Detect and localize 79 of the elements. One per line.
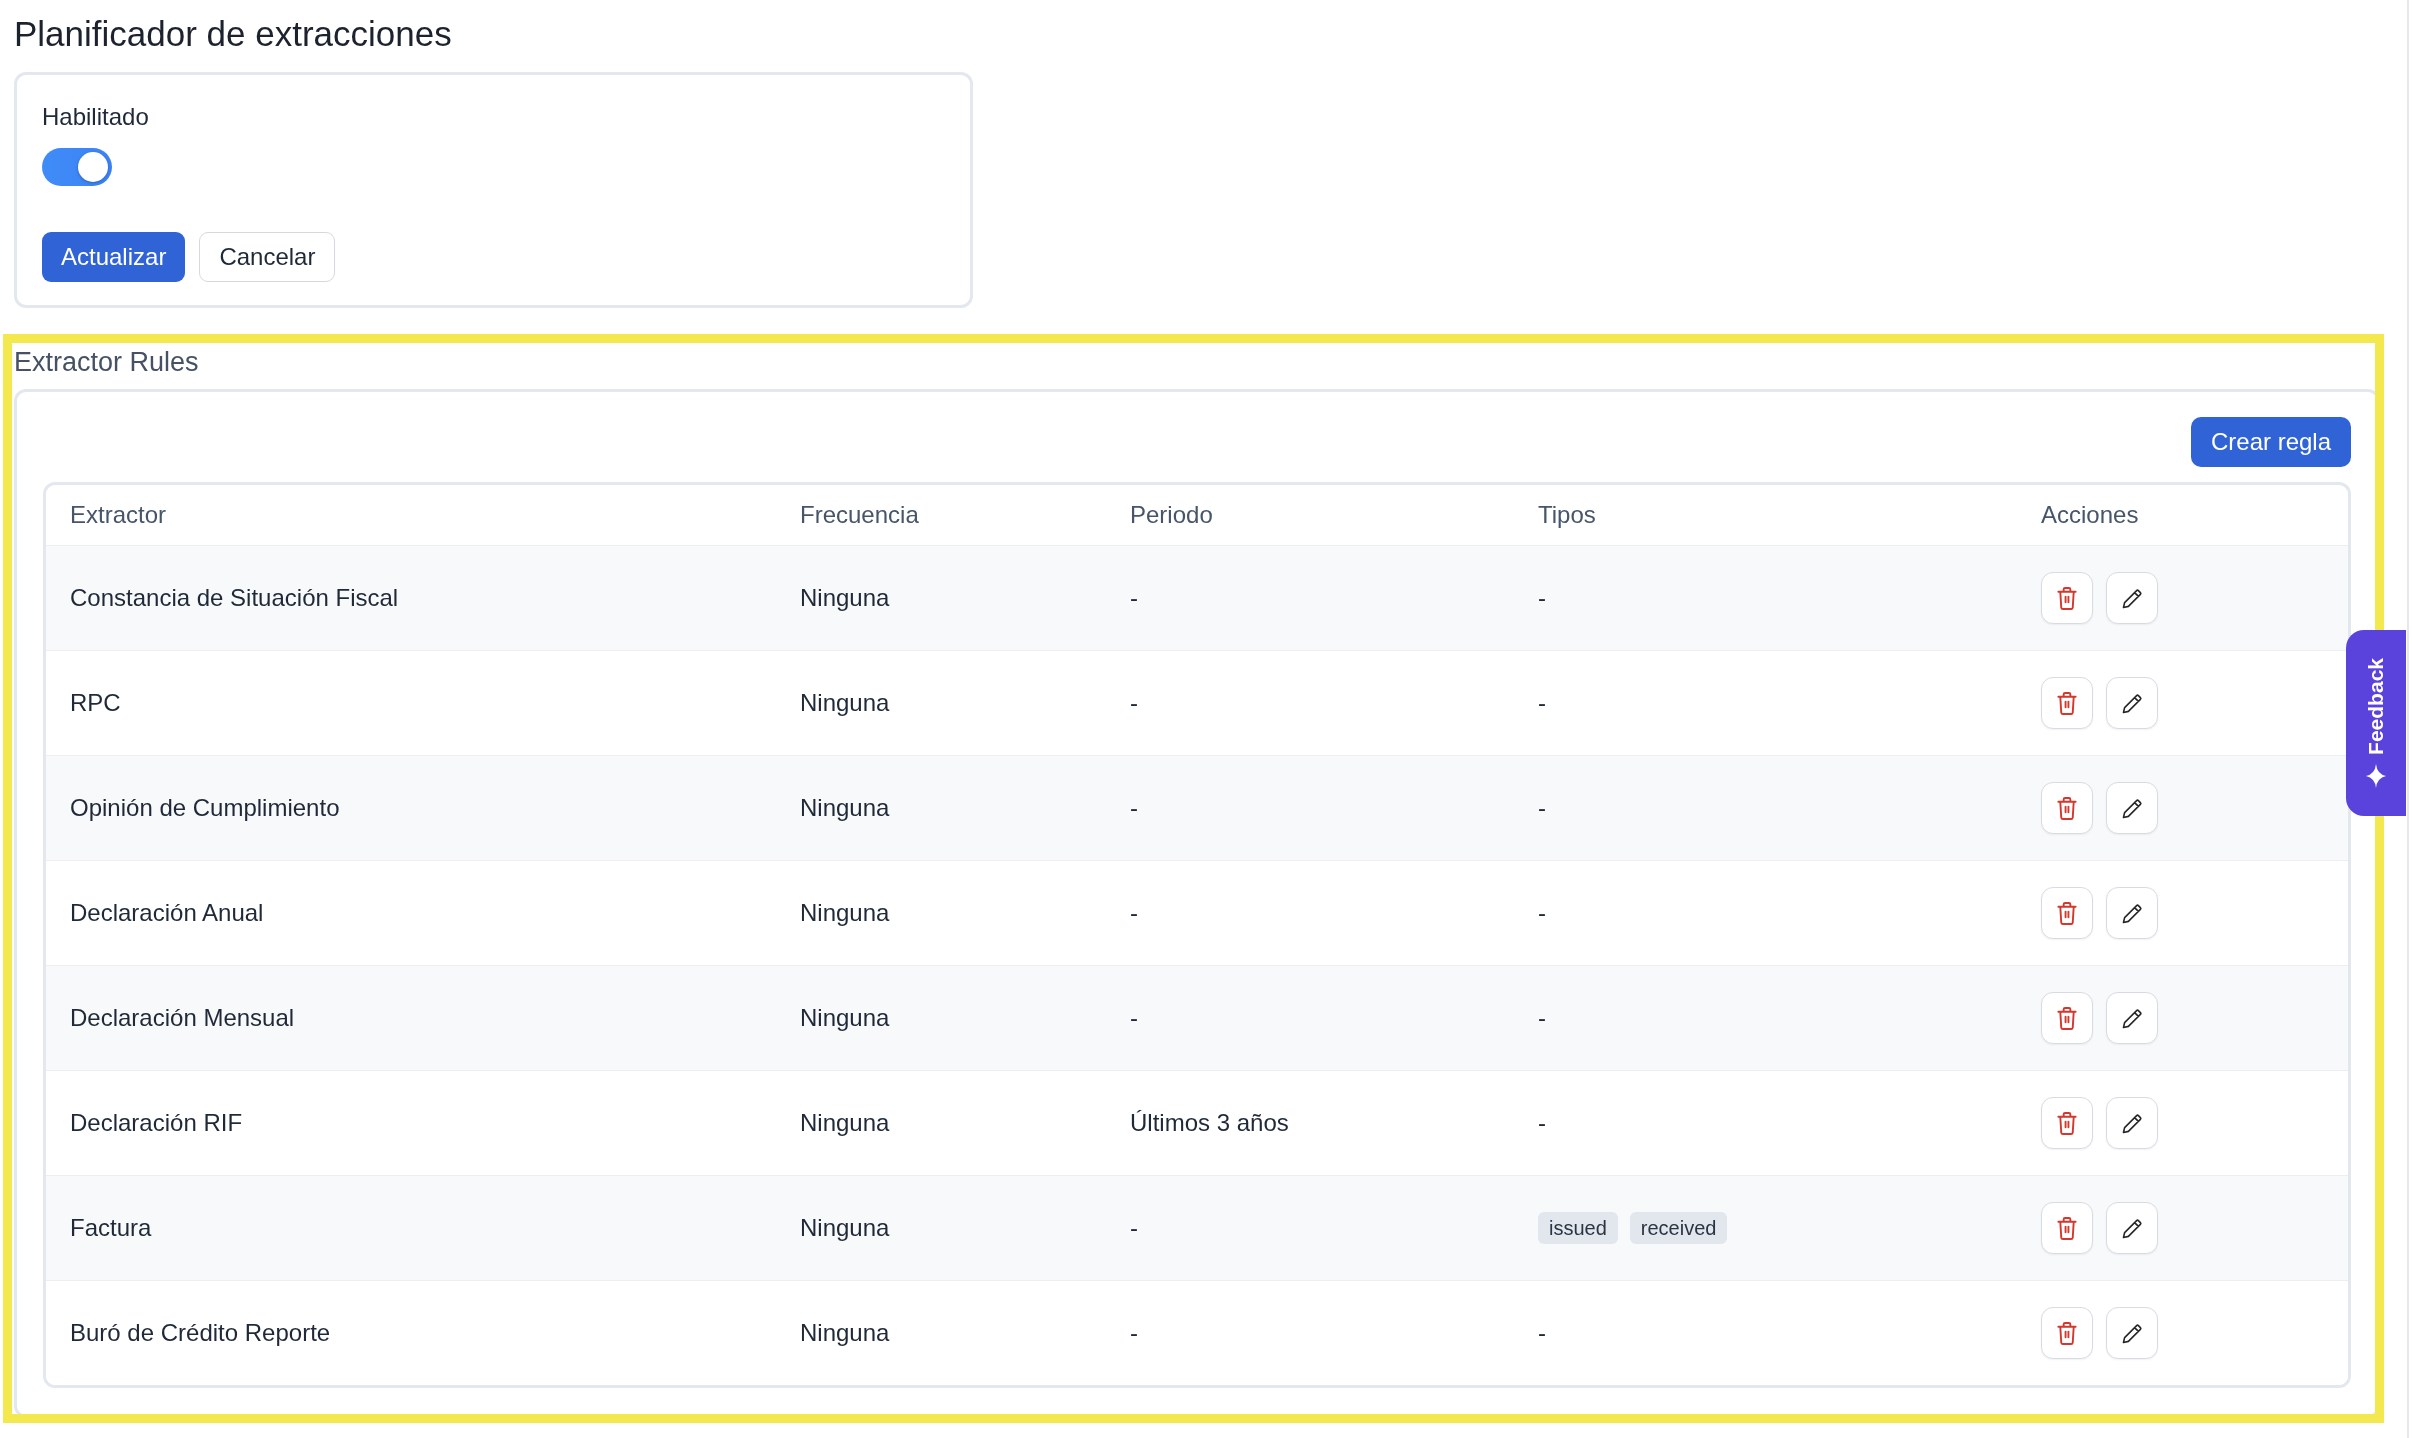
pencil-icon: [2121, 1322, 2143, 1344]
trash-icon: [2057, 1321, 2077, 1345]
table-cell-text: -: [1537, 1003, 1547, 1033]
table-cell-text: Ninguna: [799, 898, 891, 928]
table-cell-text: Últimos 3 años: [1129, 1108, 1290, 1138]
type-tag: issued: [1538, 1212, 1618, 1244]
pencil-icon: [2121, 587, 2143, 609]
table-cell-text: -: [1129, 898, 1139, 928]
edit-button[interactable]: [2106, 1097, 2158, 1149]
enabled-toggle[interactable]: [42, 148, 112, 186]
table-cell-text: Declaración Mensual: [69, 1003, 296, 1033]
edit-button[interactable]: [2106, 1202, 2158, 1254]
trash-icon: [2057, 1006, 2077, 1030]
trash-icon: [2057, 586, 2077, 610]
delete-button[interactable]: [2041, 572, 2093, 624]
trash-icon: [2057, 691, 2077, 715]
sparkle-icon: [2366, 764, 2386, 789]
table-cell-text: -: [1537, 1108, 1547, 1138]
table-cell-text: -: [1537, 898, 1547, 928]
create-rule-button[interactable]: Crear regla: [2190, 417, 2351, 467]
trash-icon: [2057, 1216, 2077, 1240]
pencil-icon: [2121, 1112, 2143, 1134]
table-cell-text: RPC: [69, 688, 122, 718]
delete-button[interactable]: [2041, 1307, 2093, 1359]
table-cell-text: Declaración RIF: [69, 1108, 244, 1138]
table-cell-text: Declaración Anual: [69, 898, 265, 928]
table-cell-text: Factura: [69, 1213, 153, 1243]
table-cell-text: -: [1537, 793, 1547, 823]
table-cell-text: Opinión de Cumplimiento: [69, 793, 341, 823]
table-cell-text: Ninguna: [799, 688, 891, 718]
delete-button[interactable]: [2041, 992, 2093, 1044]
delete-button[interactable]: [2041, 1097, 2093, 1149]
column-header: Tipos: [1537, 500, 1597, 530]
table-cell-text: -: [1129, 1318, 1139, 1348]
column-header: Frecuencia: [799, 500, 920, 530]
pencil-icon: [2121, 797, 2143, 819]
edit-button[interactable]: [2106, 782, 2158, 834]
delete-button[interactable]: [2041, 677, 2093, 729]
pencil-icon: [2121, 1007, 2143, 1029]
section-title: Extractor Rules: [14, 346, 199, 379]
table-cell-text: Ninguna: [799, 1108, 891, 1138]
table-cell-text: -: [1537, 1318, 1547, 1348]
cancel-button[interactable]: Cancelar: [199, 232, 336, 282]
feedback-tab[interactable]: Feedback: [2346, 630, 2406, 816]
update-button[interactable]: Actualizar: [42, 232, 186, 282]
edit-button[interactable]: [2106, 887, 2158, 939]
column-header: Extractor: [69, 500, 168, 530]
edit-button[interactable]: [2106, 572, 2158, 624]
table-cell-text: Ninguna: [799, 1213, 891, 1243]
edit-button[interactable]: [2106, 1307, 2158, 1359]
table-cell-text: Ninguna: [799, 1318, 891, 1348]
edit-button[interactable]: [2106, 677, 2158, 729]
table-cell-text: Ninguna: [799, 583, 891, 613]
table-cell-text: -: [1129, 583, 1139, 613]
edit-button[interactable]: [2106, 992, 2158, 1044]
table-cell-text: Constancia de Situación Fiscal: [69, 583, 400, 613]
type-tag: received: [1629, 1212, 1728, 1244]
trash-icon: [2057, 1111, 2077, 1135]
delete-button[interactable]: [2041, 1202, 2093, 1254]
table-cell-text: -: [1129, 1003, 1139, 1033]
pencil-icon: [2121, 902, 2143, 924]
delete-button[interactable]: [2041, 782, 2093, 834]
column-header: Periodo: [1129, 500, 1214, 530]
delete-button[interactable]: [2041, 887, 2093, 939]
table-cell-text: -: [1129, 793, 1139, 823]
enabled-label: Habilitado: [42, 103, 149, 131]
table-cell-text: Ninguna: [799, 793, 891, 823]
page-title: Planificador de extracciones: [14, 13, 452, 55]
trash-icon: [2057, 796, 2077, 820]
trash-icon: [2057, 901, 2077, 925]
table-cell-text: -: [1129, 1213, 1139, 1243]
table-cell-text: Ninguna: [799, 1003, 891, 1033]
column-header: Acciones: [2040, 500, 2140, 530]
pencil-icon: [2121, 1217, 2143, 1239]
table-cell-text: -: [1129, 688, 1139, 718]
table-cell-text: -: [1537, 583, 1547, 613]
table-cell-text: -: [1537, 688, 1547, 718]
pencil-icon: [2121, 692, 2143, 714]
table-cell-text: Buró de Crédito Reporte: [69, 1318, 332, 1348]
